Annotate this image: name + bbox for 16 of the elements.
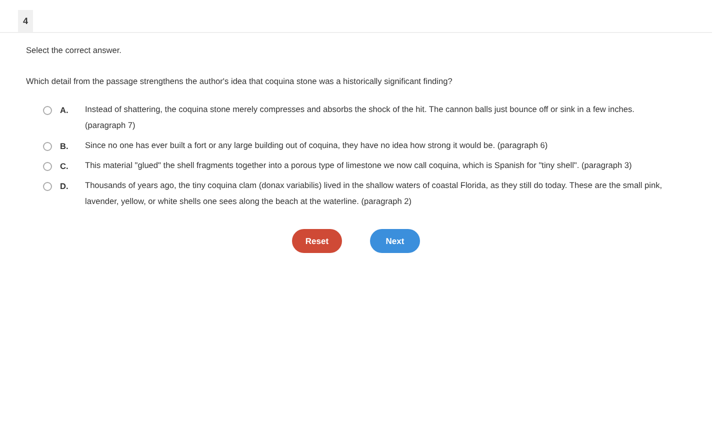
- option-letter: D.: [60, 181, 70, 191]
- question-text: Which detail from the passage strengthens the author's idea that coquina stone was a historically significant finding?: [26, 76, 454, 86]
- option-letter: C.: [60, 161, 70, 171]
- option-text[interactable]: Instead of shattering, the coquina stone merely compresses and absorbs the shock of the hit. The cannon balls just bounce off or sink in a few inches. (paragraph 7): [85, 101, 675, 133]
- option-letter: A.: [60, 105, 70, 115]
- radio-button[interactable]: [43, 162, 52, 171]
- option-text[interactable]: This material "glued" the shell fragments together into a porous type of limestone we now call coquina, which is Spanish for "tiny shell". (paragraph 3): [85, 157, 675, 173]
- radio-button[interactable]: [43, 182, 52, 191]
- option-text[interactable]: Since no one has ever built a fort or any large building out of coquina, they have no idea how strong it would be. (paragraph 6): [85, 137, 675, 153]
- option-text[interactable]: Thousands of years ago, the tiny coquina clam (donax variabilis) lived in the shallow waters of coastal Florida, as they still do today. These are the small pink, lavender, yellow, or white shells one sees along the beach at the waterline. (paragraph 2): [85, 177, 675, 209]
- radio-button[interactable]: [43, 106, 52, 115]
- radio-button[interactable]: [43, 142, 52, 151]
- question-number: 4: [18, 10, 34, 32]
- reset-button[interactable]: Reset: [292, 229, 342, 253]
- instruction-text: Select the correct answer.: [26, 45, 122, 55]
- option-letter: B.: [60, 141, 70, 151]
